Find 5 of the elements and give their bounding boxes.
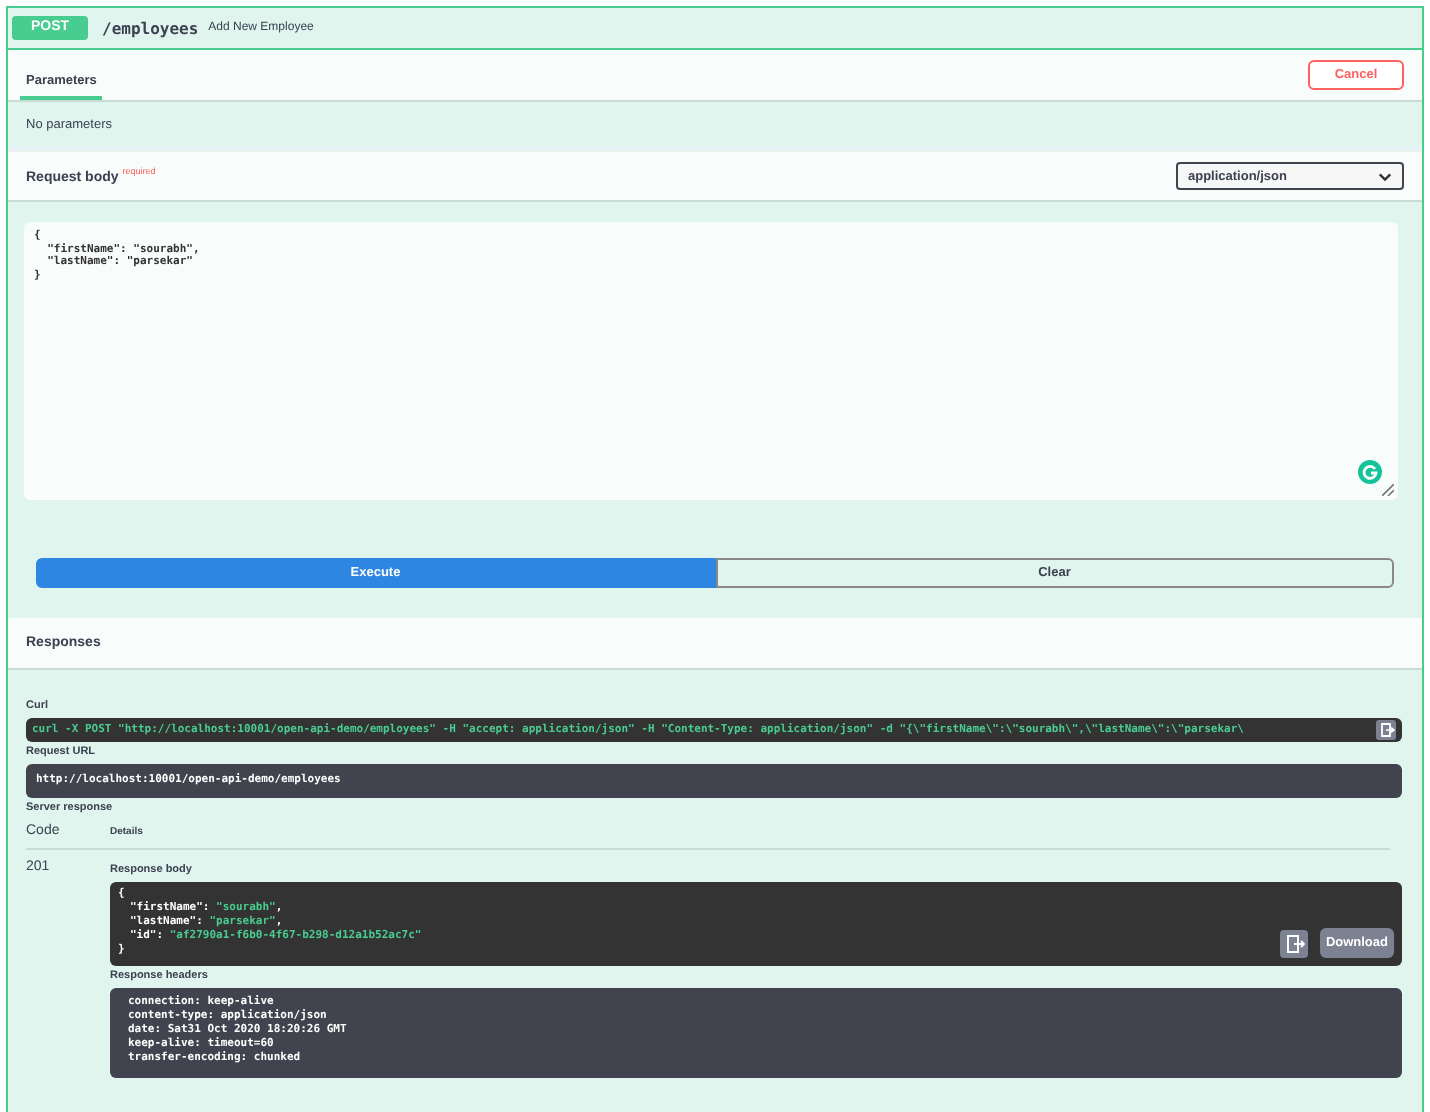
chevron-icon <box>1378 171 1392 181</box>
copy-icon[interactable] <box>1376 720 1396 740</box>
endpoint-path: /employees <box>102 19 199 37</box>
resize-handle-icon[interactable] <box>1382 484 1394 496</box>
grammar-check-icon[interactable] <box>1358 460 1382 484</box>
